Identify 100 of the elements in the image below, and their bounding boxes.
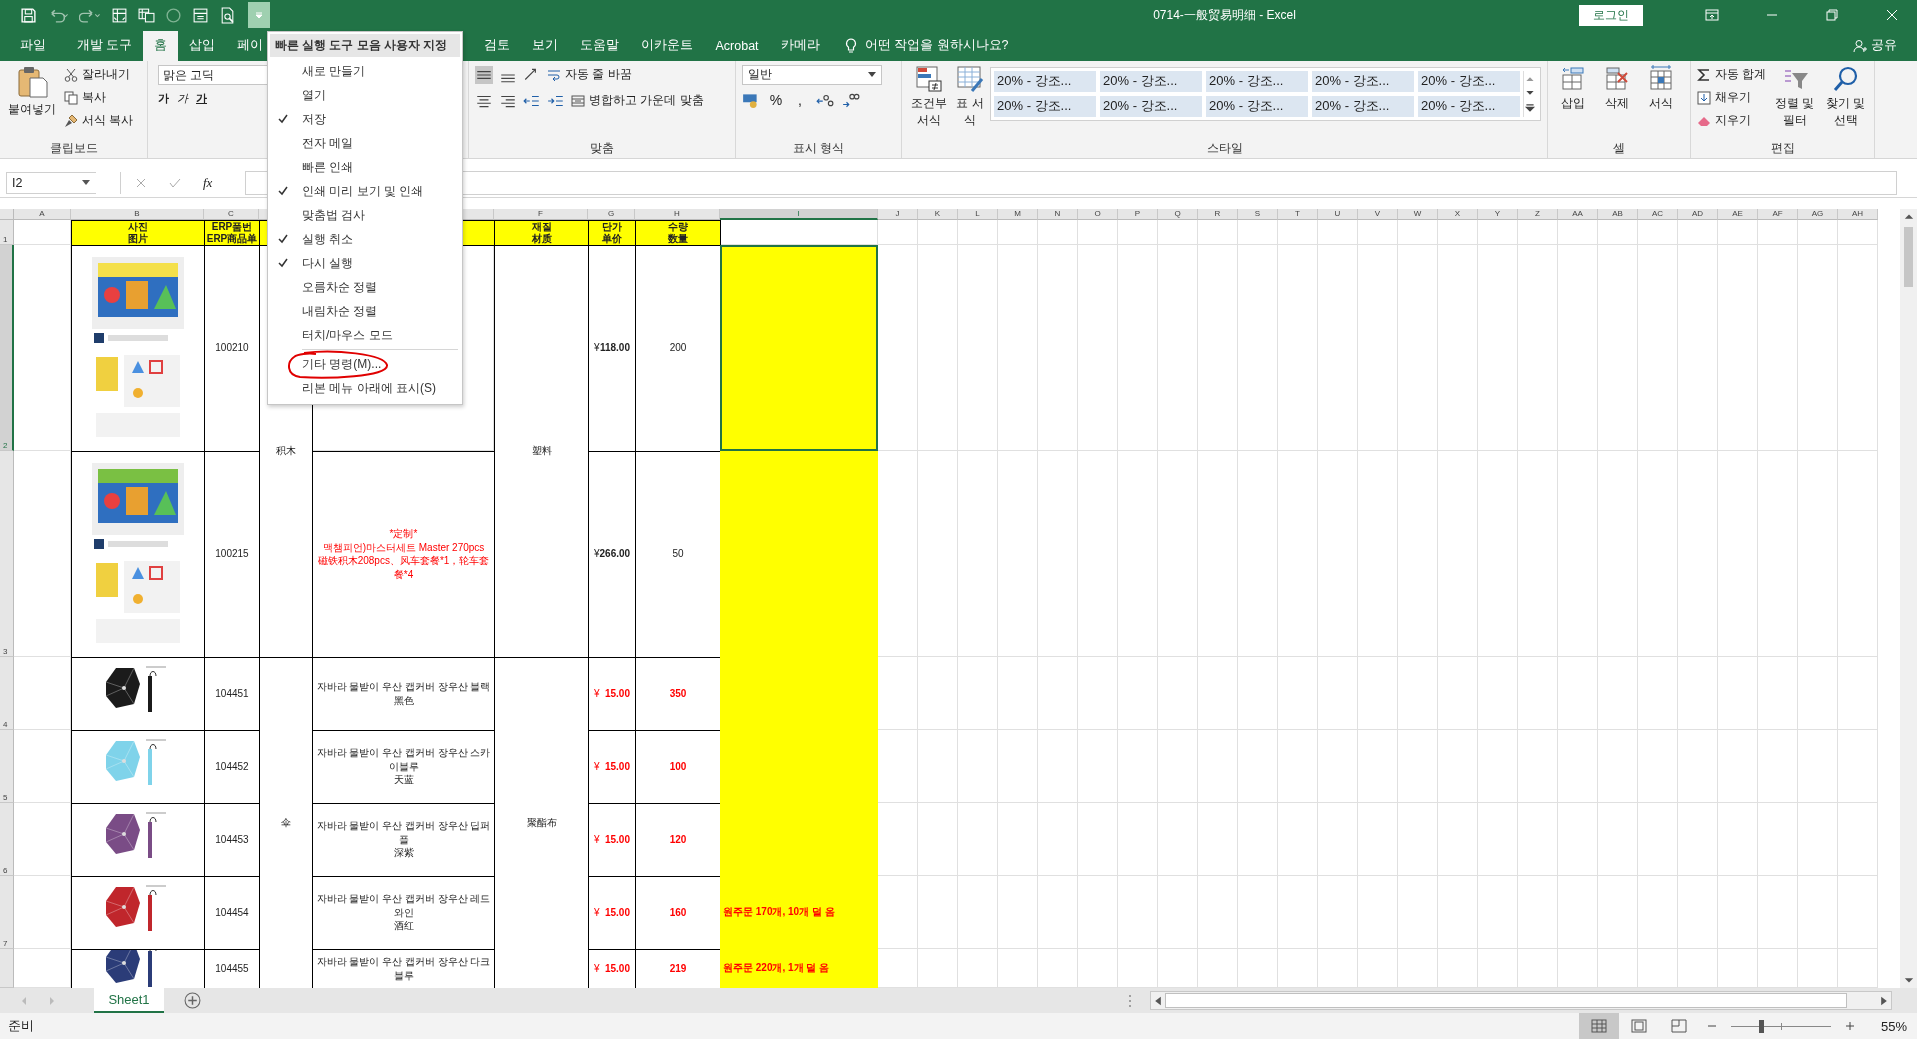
group-label: 편집 bbox=[1770, 140, 1795, 155]
format-cells-button[interactable]: 서식 bbox=[1642, 64, 1680, 112]
column-header[interactable]: I bbox=[720, 208, 878, 220]
cell-style-button[interactable]: 20% - 강조... bbox=[1206, 70, 1308, 92]
column-header[interactable]: L bbox=[958, 208, 998, 220]
menu-item[interactable]: 저장 bbox=[302, 110, 326, 128]
menu-item[interactable]: 열기 bbox=[302, 86, 326, 104]
ribbon-tab[interactable]: 페이 bbox=[226, 30, 264, 61]
cell-style-button[interactable]: 20% - 강조... bbox=[1206, 95, 1308, 117]
column-header[interactable]: S bbox=[1238, 208, 1278, 220]
column-header[interactable]: AD bbox=[1678, 208, 1718, 220]
column-header[interactable]: K bbox=[918, 208, 958, 220]
cell-style-button[interactable]: 20% - 강조... bbox=[994, 70, 1096, 92]
comma-button[interactable]: , bbox=[792, 91, 808, 108]
cut-button[interactable]: 잘라내기 bbox=[64, 64, 134, 85]
column-header[interactable]: J bbox=[878, 208, 918, 220]
column-header[interactable]: AB bbox=[1598, 208, 1638, 220]
font-style-button[interactable]: 가 bbox=[196, 90, 207, 106]
column-header[interactable]: A bbox=[14, 208, 71, 220]
find-select-button[interactable]: 찾기 및 선택 bbox=[1823, 64, 1868, 129]
row-header[interactable]: 5 bbox=[0, 729, 14, 803]
merge-center-button[interactable]: 병합하고 가운데 맞춤 bbox=[571, 90, 704, 111]
column-header[interactable]: U bbox=[1318, 208, 1358, 220]
column-header[interactable]: G bbox=[588, 208, 635, 220]
name-box[interactable]: I2 bbox=[6, 171, 96, 194]
column-header[interactable]: AE bbox=[1718, 208, 1758, 220]
column-header[interactable]: P bbox=[1118, 208, 1158, 220]
column-header[interactable]: N bbox=[1038, 208, 1078, 220]
price-amount: 15.00 bbox=[604, 905, 630, 920]
zoom-level[interactable]: 55% bbox=[1863, 1018, 1917, 1034]
share-button[interactable]: 공유 bbox=[1853, 30, 1917, 61]
paste-button[interactable]: 붙여넣기 bbox=[6, 64, 58, 118]
ribbon-tab[interactable]: Acrobat bbox=[704, 30, 770, 61]
font-style-button[interactable]: 가 bbox=[158, 90, 169, 106]
column-header[interactable]: F bbox=[494, 208, 588, 220]
menu-item[interactable]: 전자 메일 bbox=[302, 134, 354, 152]
row-header[interactable]: 2 bbox=[0, 244, 14, 451]
column-header[interactable]: V bbox=[1358, 208, 1398, 220]
cell-style-button[interactable]: 20% - 강조... bbox=[1418, 70, 1520, 92]
column-header[interactable]: M bbox=[998, 208, 1038, 220]
row-header[interactable]: 1 bbox=[0, 219, 14, 245]
column-header[interactable]: Z bbox=[1518, 208, 1558, 220]
conditional-format-button[interactable]: 조건부 서식 bbox=[908, 64, 950, 129]
column-header[interactable]: AC bbox=[1638, 208, 1678, 220]
column-header[interactable]: W bbox=[1398, 208, 1438, 220]
column-header[interactable]: X bbox=[1438, 208, 1478, 220]
column-header[interactable]: AG bbox=[1798, 208, 1838, 220]
format-painter-button[interactable]: 서식 복사 bbox=[64, 110, 134, 131]
ribbon-tab[interactable]: 홈 bbox=[143, 30, 179, 61]
cell-style-button[interactable]: 20% - 강조... bbox=[1418, 95, 1520, 117]
cell-style-button[interactable]: 20% - 강조... bbox=[1312, 95, 1414, 117]
menu-item[interactable]: 새로 만들기 bbox=[302, 62, 366, 80]
ribbon-tab[interactable]: 이카운트 bbox=[630, 30, 705, 61]
column-header[interactable]: AF bbox=[1758, 208, 1798, 220]
row-header[interactable]: 7 bbox=[0, 875, 14, 949]
delete-cells-button[interactable]: 삭제 bbox=[1598, 64, 1636, 112]
ribbon-tab[interactable]: 파일 bbox=[0, 30, 66, 61]
row-header[interactable]: 6 bbox=[0, 802, 14, 876]
row-header[interactable]: 4 bbox=[0, 656, 14, 730]
login-button[interactable]: 로그인 bbox=[1579, 4, 1643, 26]
column-header[interactable]: Q bbox=[1158, 208, 1198, 220]
column-header[interactable]: AH bbox=[1838, 208, 1878, 220]
row-header[interactable]: 3 bbox=[0, 450, 14, 657]
clear-button[interactable]: 지우기 bbox=[1697, 110, 1767, 131]
column-header[interactable]: B bbox=[71, 208, 204, 220]
autosum-button[interactable]: 자동 합계 bbox=[1697, 64, 1767, 85]
cell-style-button[interactable]: 20% - 강조... bbox=[994, 95, 1096, 117]
ribbon-tab[interactable]: 삽입 bbox=[178, 30, 227, 61]
column-header[interactable]: O bbox=[1078, 208, 1118, 220]
font-style-button[interactable]: 가 bbox=[177, 90, 188, 106]
menu-item[interactable]: 빠른 인쇄 bbox=[302, 158, 354, 176]
sheet-tab[interactable]: Sheet1 bbox=[94, 988, 164, 1013]
column-header[interactable]: T bbox=[1278, 208, 1318, 220]
copy-button[interactable]: 복사 bbox=[64, 87, 134, 108]
group-label: 클립보드 bbox=[49, 140, 98, 155]
ribbon-tab[interactable]: 보기 bbox=[521, 30, 570, 61]
ribbon-tab[interactable]: 검토 bbox=[473, 30, 522, 61]
column-header[interactable]: Y bbox=[1478, 208, 1518, 220]
ribbon-tab[interactable]: 도움말 bbox=[569, 30, 631, 61]
menu-item[interactable]: 인쇄 미리 보기 및 인쇄 bbox=[302, 182, 424, 200]
menu-item[interactable]: 맞춤법 검사 bbox=[302, 206, 366, 224]
percent-button[interactable]: % bbox=[768, 91, 784, 108]
number-format-field[interactable]: 일반 bbox=[742, 64, 882, 85]
wrap-text-button[interactable]: 자동 줄 바꿈 bbox=[547, 64, 632, 85]
column-header[interactable]: H bbox=[635, 208, 720, 220]
sort-filter-button[interactable]: 정렬 및 필터 bbox=[1772, 64, 1818, 129]
format-as-table-button[interactable]: 표 서식 bbox=[956, 64, 984, 129]
column-header[interactable]: R bbox=[1198, 208, 1238, 220]
column-header[interactable]: AA bbox=[1558, 208, 1598, 220]
cell-style-button[interactable]: 20% - 강조... bbox=[1100, 95, 1202, 117]
cell-style-button[interactable]: 20% - 강조... bbox=[1100, 70, 1202, 92]
cell-style-button[interactable]: 20% - 강조... bbox=[1312, 70, 1414, 92]
ribbon-tab[interactable]: 개발 도구 bbox=[66, 30, 144, 61]
price-amount: 15.00 bbox=[604, 759, 630, 774]
tell-me-field[interactable]: 어떤 작업을 원하시나요? bbox=[864, 37, 1009, 55]
insert-function-button[interactable]: fx bbox=[203, 174, 213, 191]
fill-button[interactable]: 채우기 bbox=[1697, 87, 1767, 108]
ribbon-tab[interactable]: 카메라 bbox=[769, 30, 831, 61]
insert-cells-button[interactable]: 삽입 bbox=[1554, 64, 1592, 112]
column-header[interactable]: C bbox=[204, 208, 259, 220]
